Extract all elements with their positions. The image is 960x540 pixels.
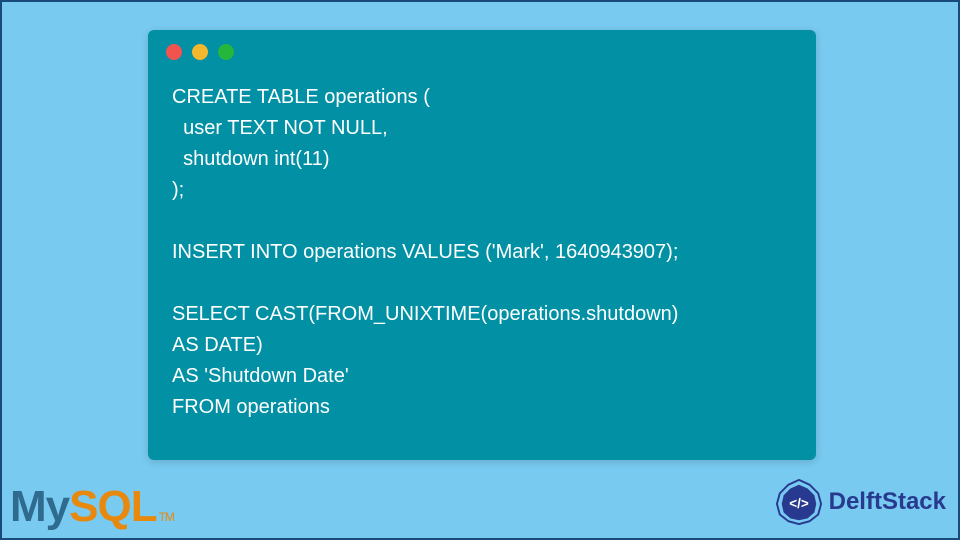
delftstack-brand: </> DelftStack [775, 478, 946, 526]
mysql-logo-my: My [10, 482, 69, 531]
minimize-icon [192, 44, 208, 60]
window-traffic-lights [148, 44, 816, 74]
svg-text:</>: </> [789, 496, 809, 511]
mysql-logo: MySQLTM [10, 482, 174, 532]
close-icon [166, 44, 182, 60]
delftstack-label: DelftStack [829, 488, 946, 516]
maximize-icon [218, 44, 234, 60]
mysql-logo-sql: SQL [69, 482, 156, 531]
code-content: CREATE TABLE operations ( user TEXT NOT … [148, 74, 816, 443]
delftstack-icon: </> [775, 478, 823, 526]
code-window: CREATE TABLE operations ( user TEXT NOT … [148, 30, 816, 460]
mysql-logo-tm: TM [159, 510, 174, 524]
